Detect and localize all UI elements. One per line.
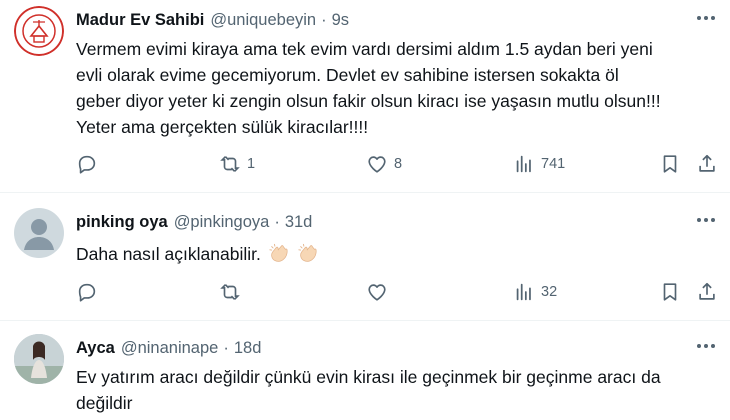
reply-icon — [78, 155, 96, 174]
avatar[interactable] — [14, 6, 64, 56]
tweet-actions: 1 8 741 — [76, 152, 720, 176]
user-handle[interactable]: @ninaninape — [121, 339, 219, 358]
tweet-text-line: Daha nasıl açıklanabilir. — [76, 244, 261, 264]
separator-dot: · — [223, 338, 229, 357]
tweet[interactable]: Ayca @ninaninape · 18d Ev yatırım aracı … — [0, 334, 730, 420]
separator-dot: · — [274, 212, 280, 231]
like-icon — [368, 156, 386, 173]
tweet-header: Madur Ev Sahibi @uniquebeyin · 9s — [76, 8, 349, 32]
clapping-hands-icon — [269, 243, 288, 262]
tweet-text-line: Yeter ama gerçekten sülük kiracılar!!!! — [76, 117, 369, 137]
retweet-icon — [220, 156, 240, 172]
share-button[interactable] — [696, 280, 718, 304]
bookmark-button[interactable] — [659, 152, 681, 176]
retweet-count: 1 — [247, 156, 256, 172]
views-count: 741 — [541, 156, 566, 172]
tweet-text-line: değildir — [76, 393, 133, 413]
divider — [0, 192, 730, 193]
retweet-button[interactable] — [219, 280, 241, 304]
more-icon[interactable] — [694, 8, 718, 28]
user-handle[interactable]: @uniquebeyin — [210, 11, 316, 30]
retweet-button[interactable]: 1 — [219, 152, 255, 176]
display-name[interactable]: Ayca — [76, 339, 115, 358]
more-icon[interactable] — [694, 210, 718, 230]
share-icon — [699, 282, 715, 300]
tweet-text: Daha nasıl açıklanabilir. — [76, 241, 319, 267]
display-name[interactable]: pinking oya — [76, 213, 168, 232]
like-button[interactable]: 8 — [366, 152, 402, 176]
more-icon[interactable] — [694, 336, 718, 356]
tweet-text-line: Ev yatırım aracı değildir çünkü evin kir… — [76, 367, 661, 387]
share-button[interactable] — [696, 152, 718, 176]
reply-icon — [78, 283, 96, 302]
reply-button[interactable] — [76, 280, 98, 304]
views-button[interactable]: 32 — [513, 280, 557, 304]
reply-button[interactable] — [76, 152, 98, 176]
tweet-header: Ayca @ninaninape · 18d — [76, 336, 261, 360]
avatar[interactable] — [14, 334, 64, 384]
clapping-hands-icon — [297, 243, 317, 262]
views-icon — [516, 155, 531, 173]
separator-dot: · — [321, 10, 327, 29]
user-photo-icon — [14, 334, 64, 384]
tweet-actions: 32 — [76, 280, 720, 304]
like-icon — [368, 284, 386, 301]
views-count: 32 — [541, 284, 558, 300]
tweet-text-line: Vermem evimi kiraya ama tek evim vardı d… — [76, 39, 653, 59]
timestamp[interactable]: 18d — [234, 339, 262, 358]
views-button[interactable]: 741 — [513, 152, 565, 176]
default-avatar-icon — [24, 219, 54, 250]
timestamp[interactable]: 31d — [285, 213, 313, 232]
retweet-icon — [220, 284, 240, 300]
tweet-text: Vermem evimi kiraya ama tek evim vardı d… — [76, 36, 661, 140]
avatar-logo-icon — [14, 6, 64, 56]
tweet[interactable]: pinking oya @pinkingoya · 31d Daha nasıl… — [0, 208, 730, 318]
tweet[interactable]: Madur Ev Sahibi @uniquebeyin · 9s Vermem… — [0, 6, 730, 192]
user-handle[interactable]: @pinkingoya — [174, 213, 270, 232]
share-icon — [699, 154, 715, 172]
like-button[interactable] — [366, 280, 388, 304]
bookmark-icon — [663, 283, 677, 301]
views-icon — [516, 283, 531, 301]
tweet-text: Ev yatırım aracı değildir çünkü evin kir… — [76, 364, 661, 416]
tweet-header: pinking oya @pinkingoya · 31d — [76, 210, 312, 234]
tweet-text-line: evli olarak evime gecemiyorum. Devlet ev… — [76, 65, 619, 85]
timestamp[interactable]: 9s — [332, 11, 349, 30]
avatar[interactable] — [14, 208, 64, 258]
display-name[interactable]: Madur Ev Sahibi — [76, 11, 204, 30]
divider — [0, 320, 730, 321]
bookmark-icon — [663, 155, 677, 173]
like-count: 8 — [394, 156, 403, 172]
bookmark-button[interactable] — [659, 280, 681, 304]
tweet-text-line: geber diyor yeter ki zengin olsun fakir … — [76, 91, 661, 111]
